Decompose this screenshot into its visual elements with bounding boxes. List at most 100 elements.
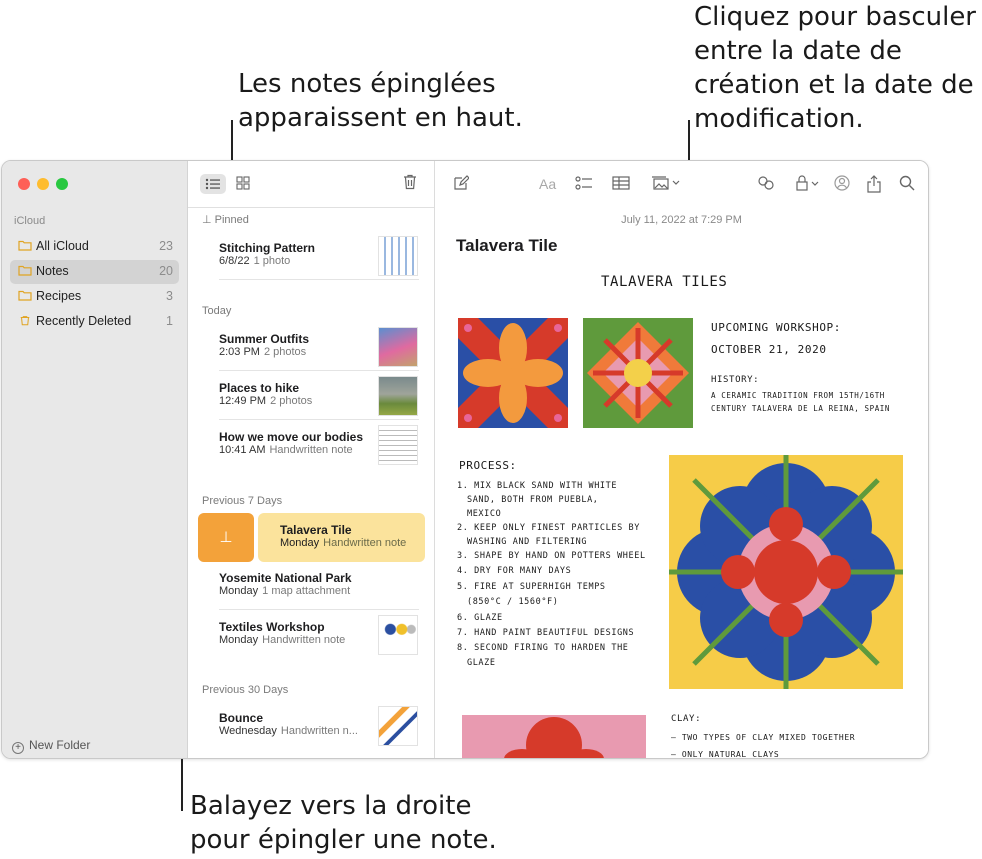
note-thumbnail: [378, 615, 418, 655]
media-icon[interactable]: [651, 175, 681, 195]
note-date: Monday: [219, 585, 259, 597]
tile-large-flower: [669, 455, 903, 689]
sidebar-item-count: 3: [166, 289, 173, 303]
plus-circle-icon: +: [12, 742, 24, 754]
hand-step-1c: MEXICO: [467, 509, 502, 519]
collaborate-link-icon[interactable]: [757, 175, 775, 195]
note-list: ⊥ Pinned Stitching Pattern 6/8/22 1 photo…: [188, 161, 435, 758]
folder-icon: [18, 265, 32, 276]
hand-workshop-1: UPCOMING WORKSHOP:: [711, 321, 842, 334]
close-window-button[interactable]: [18, 178, 30, 190]
note-date: Monday: [280, 537, 320, 549]
minimize-window-button[interactable]: [37, 178, 49, 190]
note-talavera-tile[interactable]: Talavera Tile Monday Handwritten note: [258, 513, 425, 562]
note-yosemite[interactable]: Yosemite National Park Monday 1 map attac…: [188, 561, 435, 610]
lock-icon[interactable]: [795, 175, 821, 195]
note-meta: Monday Handwritten note: [280, 537, 406, 549]
delete-note-icon[interactable]: [403, 174, 417, 194]
hand-history-2: CENTURY TALAVERA DE LA REINA, SPAIN: [711, 404, 891, 413]
gallery-view-icon[interactable]: [236, 176, 250, 194]
hand-step-1b: SAND, BOTH FROM PUEBLA,: [467, 495, 599, 505]
list-toolbar: [188, 161, 434, 208]
hand-step-1: 1. MIX BLACK SAND WITH WHITE: [457, 481, 618, 491]
note-title-heading[interactable]: Talavera Tile: [456, 236, 557, 256]
note-subtitle: Handwritten note: [323, 537, 407, 549]
note-stitching-pattern[interactable]: Stitching Pattern 6/8/22 1 photo: [188, 231, 435, 280]
note-summer-outfits[interactable]: Summer Outfits 2:03 PM 2 photos: [188, 322, 435, 371]
hand-step-5b: (850°C / 1560°F): [467, 597, 559, 607]
hand-step-2: 2. KEEP ONLY FINEST PARTICLES BY: [457, 523, 640, 533]
note-meta: 10:41 AM Handwritten note: [219, 444, 353, 456]
note-how-we-move[interactable]: How we move our bodies 10:41 AM Handwritt…: [188, 420, 435, 469]
sidebar-item-count: 23: [159, 239, 173, 253]
hand-step-3: 3. SHAPE BY HAND ON POTTERS WHEEL: [457, 551, 646, 561]
hand-step-4: 4. DRY FOR MANY DAYS: [457, 566, 572, 576]
note-subtitle: 1 photo: [253, 255, 291, 267]
note-title: How we move our bodies: [219, 430, 364, 444]
sidebar-item-all-icloud[interactable]: All iCloud 23: [10, 235, 179, 259]
search-icon[interactable]: [899, 175, 915, 195]
zoom-window-button[interactable]: [56, 178, 68, 190]
note-subtitle: Handwritten n...: [280, 725, 358, 737]
note-subtitle: Handwritten note: [262, 634, 346, 646]
hand-step-6: 6. GLAZE: [457, 613, 503, 623]
group-previous-7-days: Previous 7 Days: [202, 495, 283, 507]
note-date: 12:49 PM: [219, 395, 267, 407]
hand-step-8: 8. SECOND FIRING TO HARDEN THE: [457, 643, 629, 653]
note-title: Talavera Tile: [280, 523, 352, 537]
note-editor: Aa July 11, 2022 at 7:29 PM Talavera Til…: [435, 161, 928, 758]
note-subtitle: 2 photos: [270, 395, 313, 407]
tile-bottom-partial: [462, 715, 646, 758]
pin-icon: ⊥: [219, 529, 233, 546]
note-meta: Wednesday Handwritten n...: [219, 725, 358, 737]
trash-icon: [20, 316, 30, 326]
compose-icon[interactable]: [453, 175, 470, 195]
note-bounce[interactable]: Bounce Wednesday Handwritten n...: [188, 701, 435, 750]
sidebar-section-icloud: iCloud: [14, 215, 46, 227]
folder-icon: [18, 290, 32, 301]
hand-workshop-2: OCTOBER 21, 2020: [711, 343, 827, 356]
note-thumbnail: [378, 376, 418, 416]
share-icon[interactable]: [867, 175, 881, 197]
note-places-to-hike[interactable]: Places to hike 12:49 PM 2 photos: [188, 371, 435, 420]
note-date: 2:03 PM: [219, 346, 260, 358]
note-subtitle: 1 map attachment: [262, 585, 351, 597]
note-thumbnail: [378, 706, 418, 746]
notes-window: iCloud All iCloud 23 Notes 20 Recipes 3 …: [1, 160, 929, 759]
sidebar-item-count: 20: [159, 264, 173, 278]
note-date: 10:41 AM: [219, 444, 266, 456]
sidebar: iCloud All iCloud 23 Notes 20 Recipes 3 …: [2, 161, 188, 758]
sidebar-item-label: Notes: [36, 264, 69, 278]
sidebar-item-label: Recently Deleted: [36, 314, 132, 328]
note-meta: Monday Handwritten note: [219, 634, 345, 646]
group-today: Today: [202, 305, 232, 317]
note-title: Summer Outfits: [219, 332, 310, 346]
note-meta: 12:49 PM 2 photos: [219, 395, 312, 407]
tile-sunburst: [583, 318, 693, 428]
note-title: Bounce: [219, 711, 264, 725]
new-folder-label: New Folder: [29, 738, 91, 752]
sidebar-item-count: 1: [166, 314, 173, 328]
note-date-toggle[interactable]: July 11, 2022 at 7:29 PM: [435, 214, 928, 226]
note-title: Textiles Workshop: [219, 620, 325, 634]
sidebar-item-notes[interactable]: Notes 20: [10, 260, 179, 284]
note-date: Monday: [219, 634, 259, 646]
note-date: Wednesday: [219, 725, 277, 737]
group-label: Pinned: [214, 214, 249, 226]
note-meta: Monday 1 map attachment: [219, 585, 350, 597]
hand-clay-1: — TWO TYPES OF CLAY MIXED TOGETHER: [671, 733, 856, 742]
format-text-button[interactable]: Aa: [539, 176, 556, 192]
pin-swipe-button[interactable]: ⊥: [198, 513, 254, 562]
hand-clay: CLAY:: [671, 714, 702, 724]
table-icon[interactable]: [612, 175, 630, 195]
list-view-icon[interactable]: [200, 174, 226, 194]
note-meta: 6/8/22 1 photo: [219, 255, 290, 267]
share-person-icon[interactable]: [834, 175, 850, 195]
sidebar-item-recipes[interactable]: Recipes 3: [10, 285, 179, 309]
new-folder-button[interactable]: + New Folder: [12, 738, 90, 754]
sidebar-item-recently-deleted[interactable]: Recently Deleted 1: [10, 310, 179, 334]
note-subtitle: 2 photos: [263, 346, 307, 358]
note-textiles-workshop[interactable]: Textiles Workshop Monday Handwritten note: [188, 610, 435, 659]
callout-toggle-date: Cliquez pour basculer entre la date de c…: [694, 2, 977, 134]
checklist-icon[interactable]: [575, 175, 593, 195]
